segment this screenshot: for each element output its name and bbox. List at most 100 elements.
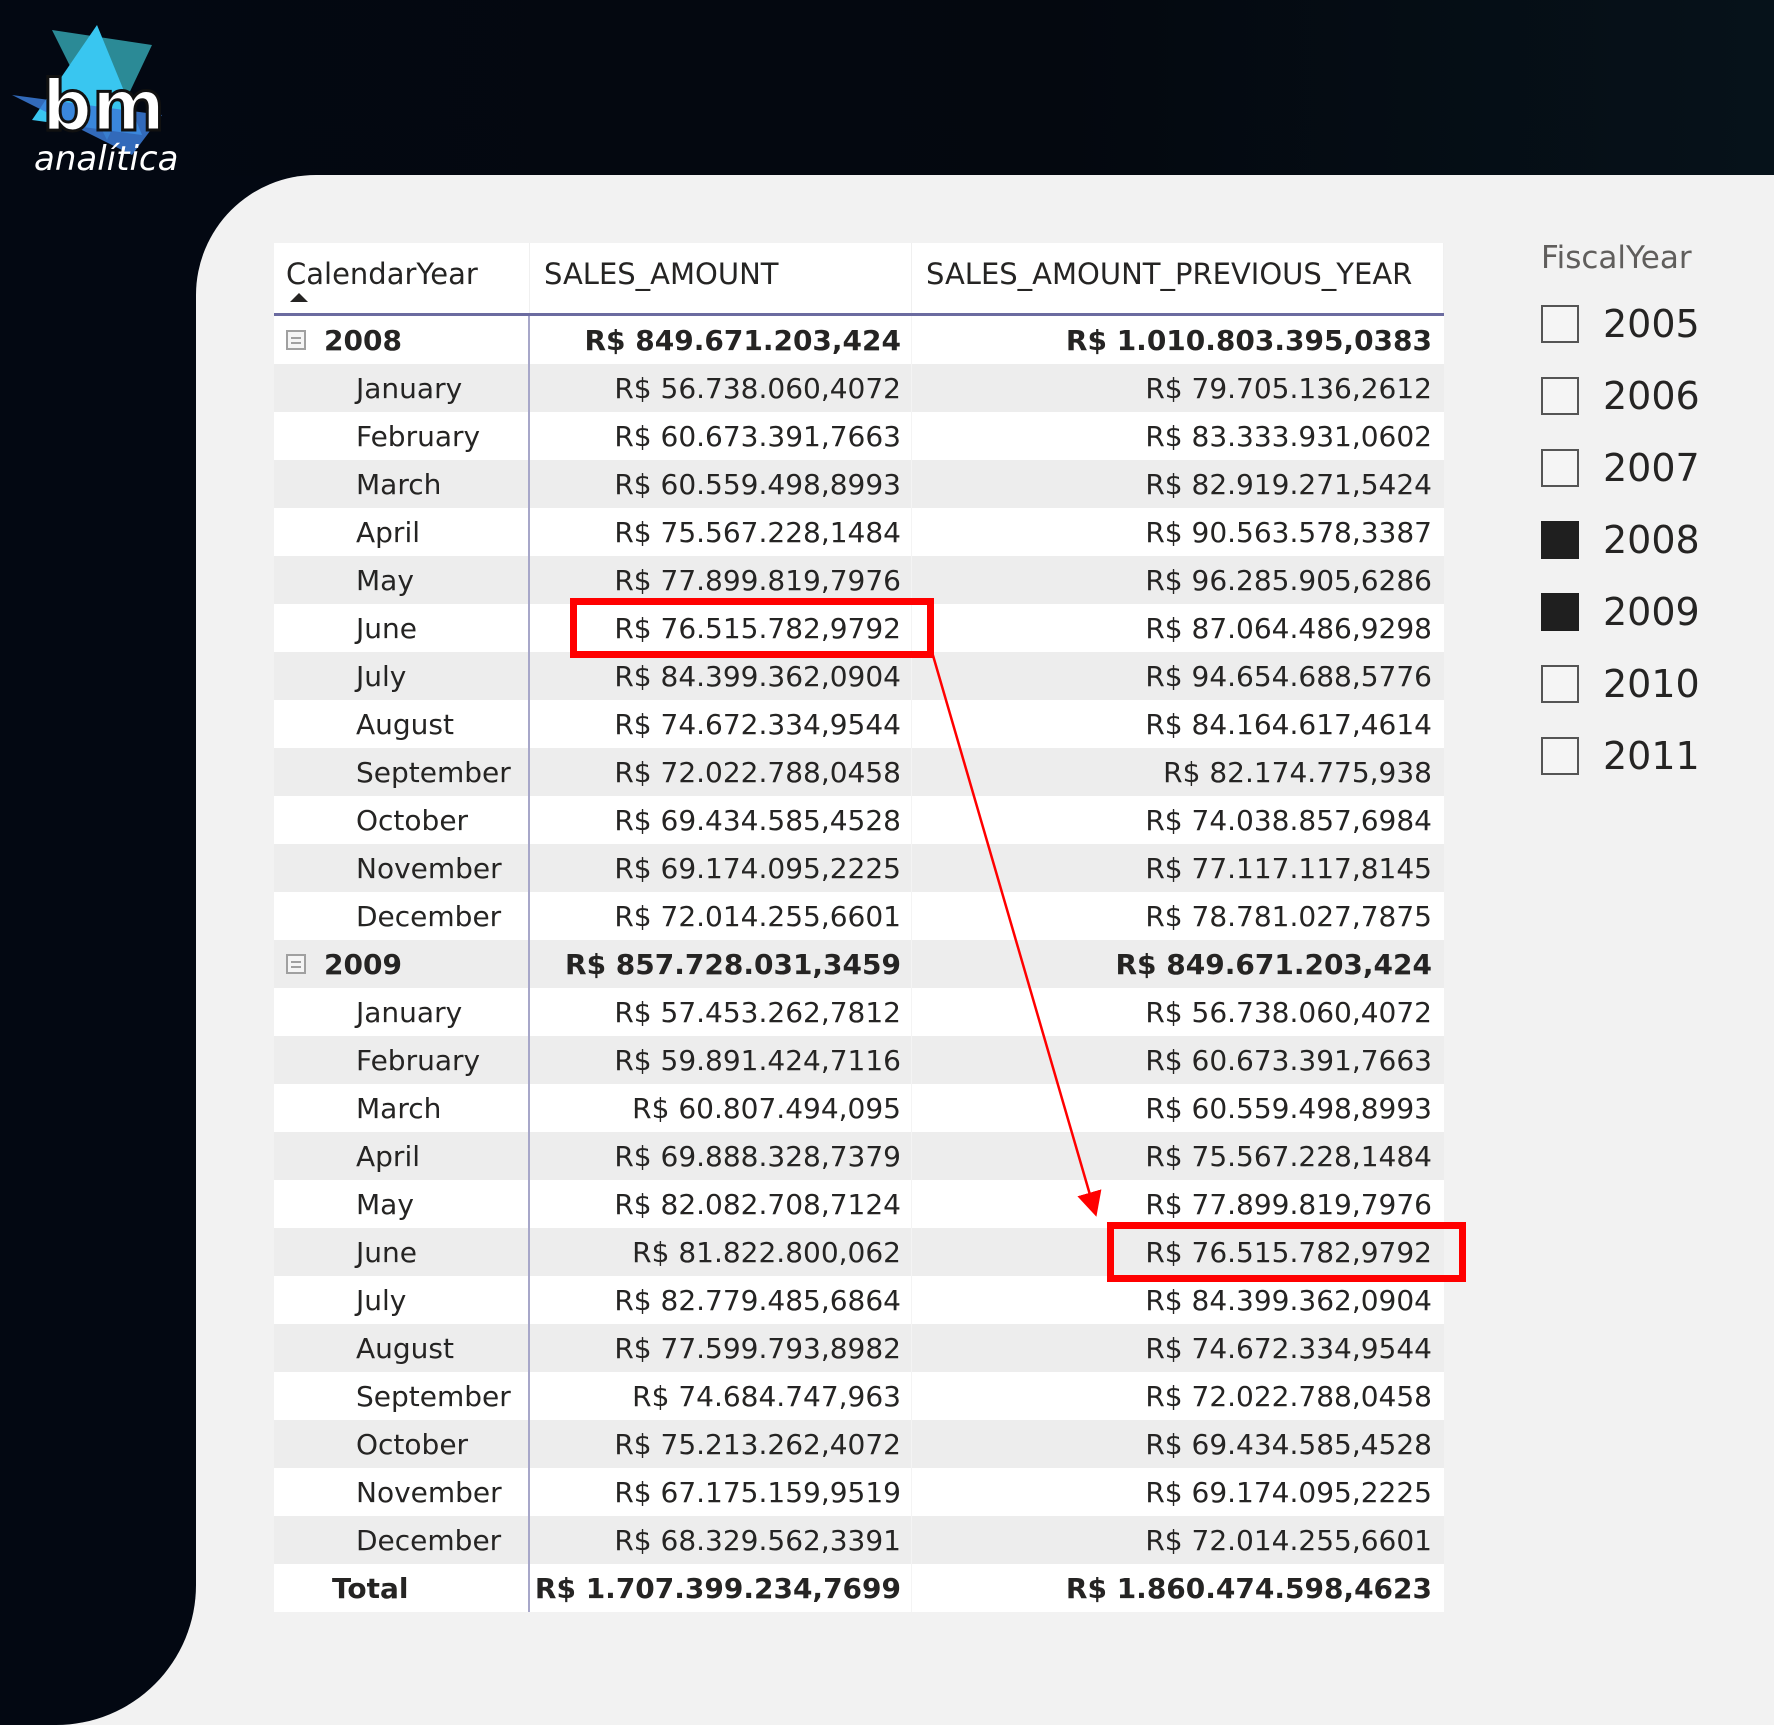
sales-amount-cell: R$ 82.082.708,7124 (530, 1180, 912, 1228)
table-row[interactable]: October R$ 69.434.585,4528 R$ 74.038.857,6… (274, 796, 1444, 844)
month-label: November (274, 844, 530, 892)
sales-amount-total: R$ 1.707.399.234,7699 (530, 1564, 912, 1612)
table-row[interactable]: September R$ 72.022.788,0458 R$ 82.174.775… (274, 748, 1444, 796)
month-label-text: September (356, 755, 511, 789)
slicer-item-2010[interactable]: 2010 (1541, 648, 1761, 720)
sales-amount-cell: R$ 77.899.819,7976 (530, 556, 912, 604)
sales-amount-cell-text: R$ 77.599.793,8982 (614, 1331, 901, 1365)
month-label: September (274, 1372, 530, 1420)
column-header-sales-amount[interactable]: SALES_AMOUNT (530, 243, 912, 313)
sales-amount-cell: R$ 74.684.747,963 (530, 1372, 912, 1420)
header-bar (0, 0, 1774, 176)
sales-amount-cell-text: R$ 82.082.708,7124 (614, 1187, 901, 1221)
slicer-item-2006[interactable]: 2006 (1541, 360, 1761, 432)
table-row[interactable]: December R$ 68.329.562,3391 R$ 72.014.255,… (274, 1516, 1444, 1564)
sales-prev-year-cell-text: R$ 72.014.255,6601 (1145, 1523, 1432, 1557)
sales-prev-year-cell: R$ 84.164.617,4614 (912, 700, 1444, 748)
column-header-calendar-year[interactable]: CalendarYear (274, 243, 530, 313)
sales-amount-cell: R$ 59.891.424,7116 (530, 1036, 912, 1084)
sales-prev-year-cell: R$ 83.333.931,0602 (912, 412, 1444, 460)
bm-analitica-logo: bm analítica (12, 25, 178, 179)
table-row[interactable]: November R$ 67.175.159,9519 R$ 69.174.095,… (274, 1468, 1444, 1516)
sales-prev-year-cell-text: R$ 78.781.027,7875 (1145, 899, 1432, 933)
sales-amount-cell-text: R$ 74.684.747,963 (632, 1379, 901, 1413)
table-row[interactable]: May R$ 82.082.708,7124 R$ 77.899.819,7976 (274, 1180, 1444, 1228)
month-label: June (274, 1228, 530, 1276)
sales-prev-year-cell-text: R$ 82.174.775,938 (1163, 755, 1432, 789)
table-row[interactable]: January R$ 57.453.262,7812 R$ 56.738.060,4… (274, 988, 1444, 1036)
slicer-item-2009[interactable]: 2009 (1541, 576, 1761, 648)
sales-prev-year-cell: R$ 87.064.486,9298 (912, 604, 1444, 652)
sales-prev-year-cell: R$ 74.038.857,6984 (912, 796, 1444, 844)
table-row[interactable]: August R$ 77.599.793,8982 R$ 74.672.334,95… (274, 1324, 1444, 1372)
column-header-sales-amount-previous-year[interactable]: SALES_AMOUNT_PREVIOUS_YEAR (912, 243, 1444, 313)
table-row[interactable]: September R$ 74.684.747,963 R$ 72.022.788,… (274, 1372, 1444, 1420)
sales-prev-year-cell: R$ 77.899.819,7976 (912, 1180, 1444, 1228)
year-label: 2008 (274, 316, 530, 364)
checkbox-unchecked[interactable] (1541, 665, 1579, 703)
collapse-icon[interactable] (286, 954, 306, 974)
table-row[interactable]: December R$ 72.014.255,6601 R$ 78.781.027,… (274, 892, 1444, 940)
highlight-box-target (1107, 1222, 1466, 1282)
sales-prev-year-cell-text: R$ 79.705.136,2612 (1145, 371, 1432, 405)
sort-ascending-icon[interactable] (290, 293, 308, 302)
sales-prev-year-cell-text: R$ 69.434.585,4528 (1145, 1427, 1432, 1461)
slicer-item-2011[interactable]: 2011 (1541, 720, 1761, 792)
month-label-text: May (356, 563, 414, 597)
slicer-item-2005[interactable]: 2005 (1541, 288, 1761, 360)
sales-prev-year-cell: R$ 94.654.688,5776 (912, 652, 1444, 700)
slicer-item-2008[interactable]: 2008 (1541, 504, 1761, 576)
checkbox-checked[interactable] (1541, 593, 1579, 631)
table-row[interactable]: October R$ 75.213.262,4072 R$ 69.434.585,4… (274, 1420, 1444, 1468)
table-row[interactable]: November R$ 69.174.095,2225 R$ 77.117.117,… (274, 844, 1444, 892)
month-label: April (274, 1132, 530, 1180)
table-row[interactable]: January R$ 56.738.060,4072 R$ 79.705.136,2… (274, 364, 1444, 412)
sales-prev-year-cell-text: R$ 84.164.617,4614 (1145, 707, 1432, 741)
table-row[interactable]: February R$ 59.891.424,7116 R$ 60.673.391,… (274, 1036, 1444, 1084)
year-label-text: 2008 (324, 323, 402, 357)
month-label: May (274, 556, 530, 604)
table-row[interactable]: March R$ 60.559.498,8993 R$ 82.919.271,542… (274, 460, 1444, 508)
table-row[interactable]: July R$ 82.779.485,6864 R$ 84.399.362,0904 (274, 1276, 1444, 1324)
slicer-item-label: 2011 (1603, 734, 1700, 778)
matrix-header-row: CalendarYear SALES_AMOUNT SALES_AMOUNT_P… (274, 243, 1444, 316)
table-row[interactable]: March R$ 60.807.494,095 R$ 60.559.498,8993 (274, 1084, 1444, 1132)
collapse-icon[interactable] (286, 330, 306, 350)
total-label-text: Total (332, 1571, 409, 1605)
sales-prev-year-cell-text: R$ 82.919.271,5424 (1145, 467, 1432, 501)
checkbox-unchecked[interactable] (1541, 377, 1579, 415)
table-row[interactable]: May R$ 77.899.819,7976 R$ 96.285.905,6286 (274, 556, 1444, 604)
sales-amount-cell: R$ 75.567.228,1484 (530, 508, 912, 556)
sales-prev-year-cell-text: R$ 74.672.334,9544 (1145, 1331, 1432, 1365)
sales-amount-cell-text: R$ 82.779.485,6864 (614, 1283, 901, 1317)
month-label: March (274, 1084, 530, 1132)
highlight-box-source (570, 598, 934, 658)
sales-amount-cell-text: R$ 69.174.095,2225 (614, 851, 901, 885)
sales-prev-year-cell-text: R$ 83.333.931,0602 (1145, 419, 1432, 453)
sales-amount-cell: R$ 72.022.788,0458 (530, 748, 912, 796)
table-row[interactable]: April R$ 69.888.328,7379 R$ 75.567.228,148… (274, 1132, 1444, 1180)
month-label-text: April (356, 515, 420, 549)
month-label-text: September (356, 1379, 511, 1413)
checkbox-unchecked[interactable] (1541, 305, 1579, 343)
table-row[interactable]: April R$ 75.567.228,1484 R$ 90.563.578,338… (274, 508, 1444, 556)
sales-prev-year-cell: R$ 60.559.498,8993 (912, 1084, 1444, 1132)
sales-amount-cell: R$ 857.728.031,3459 (530, 940, 912, 988)
checkbox-unchecked[interactable] (1541, 449, 1579, 487)
matrix-visual[interactable]: CalendarYear SALES_AMOUNT SALES_AMOUNT_P… (274, 243, 1444, 1612)
table-row[interactable]: August R$ 74.672.334,9544 R$ 84.164.617,46… (274, 700, 1444, 748)
slicer-item-2007[interactable]: 2007 (1541, 432, 1761, 504)
checkbox-checked[interactable] (1541, 521, 1579, 559)
sales-amount-cell: R$ 69.888.328,7379 (530, 1132, 912, 1180)
month-label-text: December (356, 1523, 502, 1557)
checkbox-unchecked[interactable] (1541, 737, 1579, 775)
sales-prev-year-cell-text: R$ 69.174.095,2225 (1145, 1475, 1432, 1509)
sales-amount-cell: R$ 60.807.494,095 (530, 1084, 912, 1132)
sales-amount-cell: R$ 81.822.800,062 (530, 1228, 912, 1276)
table-row[interactable]: February R$ 60.673.391,7663 R$ 83.333.931,… (274, 412, 1444, 460)
year-row-2008[interactable]: 2008 R$ 849.671.203,424 R$ 1.010.803.395,0… (274, 316, 1444, 364)
total-row[interactable]: Total R$ 1.707.399.234,7699 R$ 1.860.474.5… (274, 1564, 1444, 1612)
year-row-2009[interactable]: 2009 R$ 857.728.031,3459 R$ 849.671.203,42… (274, 940, 1444, 988)
table-row[interactable]: July R$ 84.399.362,0904 R$ 94.654.688,5776 (274, 652, 1444, 700)
sales-prev-year-cell-text: R$ 60.559.498,8993 (1145, 1091, 1432, 1125)
